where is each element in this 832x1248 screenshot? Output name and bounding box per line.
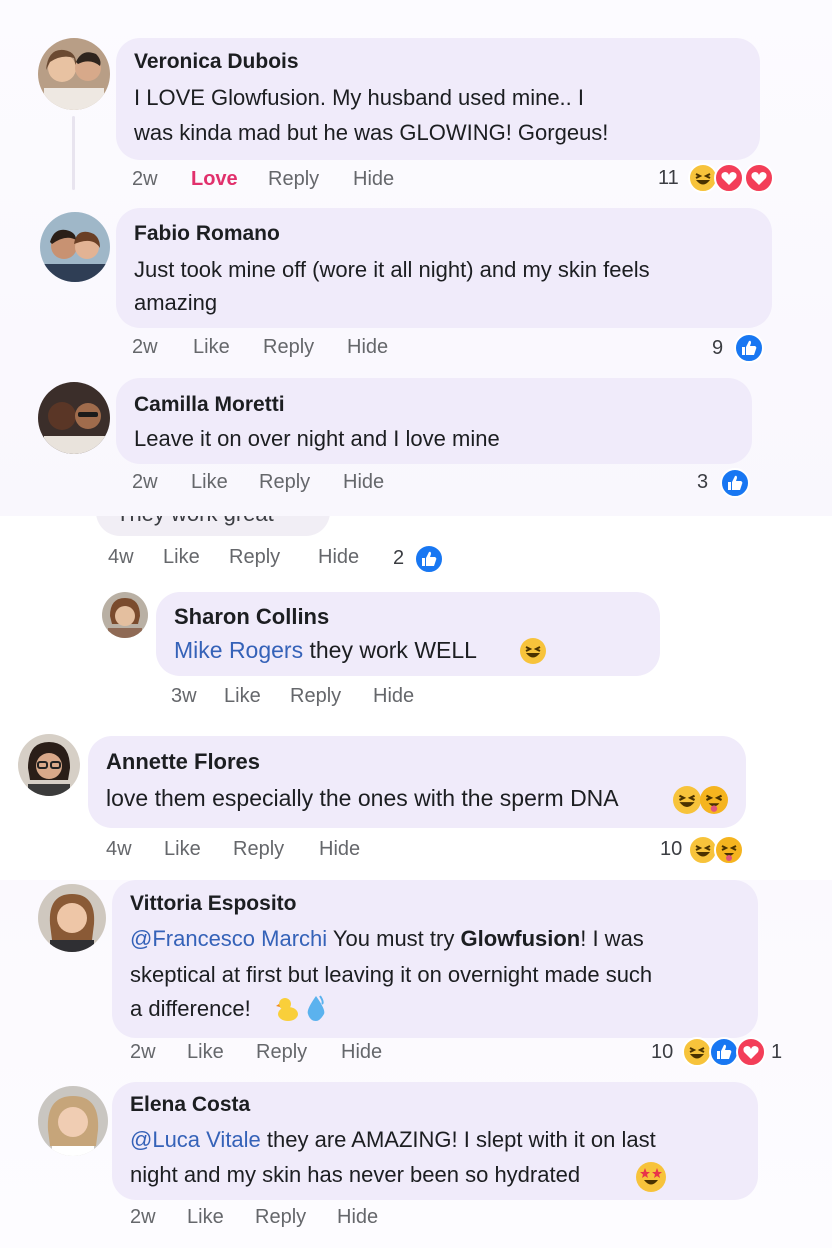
comment-text-line: @Francesco Marchi You must try Glowfusio… [130,921,644,956]
love-reaction-button[interactable]: Love [191,168,238,191]
comments-panel-bottom: Vittoria Esposito @Francesco Marchi You … [0,880,832,1248]
hide-button[interactable]: Hide [341,1041,382,1064]
like-button[interactable]: Like [164,838,201,861]
reaction-count[interactable]: 10 [651,1041,673,1064]
comment-text-line: was kinda mad but he was GLOWING! Gorgeu… [134,120,609,145]
haha-emoji [682,1037,712,1067]
comment-text-line: Leave it on over night and I love mine [134,426,500,451]
timestamp[interactable]: 4w [106,838,132,861]
grinning-squint-emoji [673,786,701,814]
reply-button[interactable]: Reply [256,1041,307,1064]
timestamp[interactable]: 2w [132,471,158,494]
like-button[interactable]: Like [224,685,261,708]
comments-panel-top: Veronica Dubois I LOVE Glowfusion. My hu… [0,0,832,516]
reply-button[interactable]: Reply [263,336,314,359]
timestamp[interactable]: 2w [132,168,158,191]
comment-text-line: I LOVE Glowfusion. My husband used mine.… [134,85,585,110]
comment-text-line: love them especially the ones with the s… [106,785,619,811]
comment-text: they are AMAZING! I slept with it on las… [260,1127,656,1152]
like-button[interactable]: Like [163,546,200,569]
comment-text-line: @Luca Vitale they are AMAZING! I slept w… [130,1122,656,1157]
avatar[interactable] [38,1086,108,1156]
hide-button[interactable]: Hide [347,336,388,359]
comment-text: ! I was [580,926,644,951]
reply-button[interactable]: Reply [229,546,280,569]
comment-text-line: night and my skin has never been so hydr… [130,1162,581,1187]
heart-reaction [744,163,774,193]
timestamp[interactable]: 2w [132,336,158,359]
like-button[interactable]: Like [193,336,230,359]
heart-reaction [714,163,744,193]
like-button[interactable]: Like [191,471,228,494]
duck-emoji [276,996,300,1022]
comment-text-line: Mike Rogers they work WELL [174,633,477,668]
reaction-count[interactable]: 10 [660,838,682,861]
avatar[interactable] [38,382,110,454]
comment-text: they work WELL [303,637,477,663]
mention-link[interactable]: @Luca Vitale [130,1127,261,1152]
like-button[interactable]: Like [187,1206,224,1229]
timestamp[interactable]: 3w [171,685,197,708]
commenter-name[interactable]: Vittoria Esposito [130,892,296,916]
commenter-name[interactable]: Veronica Dubois [134,50,299,74]
avatar[interactable] [38,884,106,952]
reaction-count[interactable]: 3 [697,471,708,494]
like-reaction [709,1037,739,1067]
commenter-name[interactable]: Fabio Romano [134,222,280,246]
reaction-count[interactable]: 2 [393,547,404,570]
hide-button[interactable]: Hide [373,685,414,708]
reply-button[interactable]: Reply [259,471,310,494]
reply-button[interactable]: Reply [233,838,284,861]
squinting-tongue-emoji [700,786,728,814]
star-struck-emoji [636,1162,666,1192]
reply-button[interactable]: Reply [255,1206,306,1229]
like-reaction [414,544,444,574]
commenter-name[interactable]: Elena Costa [130,1093,250,1117]
timestamp[interactable]: 2w [130,1206,156,1229]
hide-button[interactable]: Hide [318,546,359,569]
clipped-comment-text: They work great [116,516,274,531]
comment-text-line: amazing [134,290,218,315]
squinting-tongue-emoji [714,835,744,865]
comment-text-line: a difference! [130,996,251,1021]
thread-line [72,116,75,190]
reaction-count[interactable]: 9 [712,337,723,360]
droplet-emoji [304,994,328,1022]
comment-text-line: Just took mine off (wore it all night) a… [134,257,650,282]
heart-reaction [736,1037,766,1067]
avatar[interactable] [102,592,148,638]
avatar[interactable] [38,38,110,110]
commenter-name[interactable]: Annette Flores [106,749,260,775]
reaction-count-secondary[interactable]: 1 [771,1041,782,1064]
mention-link[interactable]: Mike Rogers [174,637,303,663]
hide-button[interactable]: Hide [353,168,394,191]
reaction-count[interactable]: 11 [658,167,679,190]
commenter-name[interactable]: Camilla Moretti [134,393,285,417]
reply-button[interactable]: Reply [290,685,341,708]
hide-button[interactable]: Hide [319,838,360,861]
mention-link[interactable]: @Francesco Marchi [130,926,327,951]
timestamp[interactable]: 2w [130,1041,156,1064]
timestamp[interactable]: 4w [108,546,134,569]
hide-button[interactable]: Hide [337,1206,378,1229]
avatar[interactable] [40,212,110,282]
commenter-name[interactable]: Sharon Collins [174,604,329,630]
comments-panel-middle: They work great 4w Like Reply Hide 2 Sha… [0,516,832,880]
like-button[interactable]: Like [187,1041,224,1064]
comment-text: You must try [327,926,461,951]
hide-button[interactable]: Hide [343,471,384,494]
comment-text-line: skeptical at first but leaving it on ove… [130,962,653,987]
brand-name: Glowfusion [460,926,581,951]
avatar[interactable] [18,734,80,796]
like-reaction [734,333,764,363]
reply-button[interactable]: Reply [268,168,319,191]
grinning-squint-emoji [520,638,546,664]
like-reaction [720,468,750,498]
